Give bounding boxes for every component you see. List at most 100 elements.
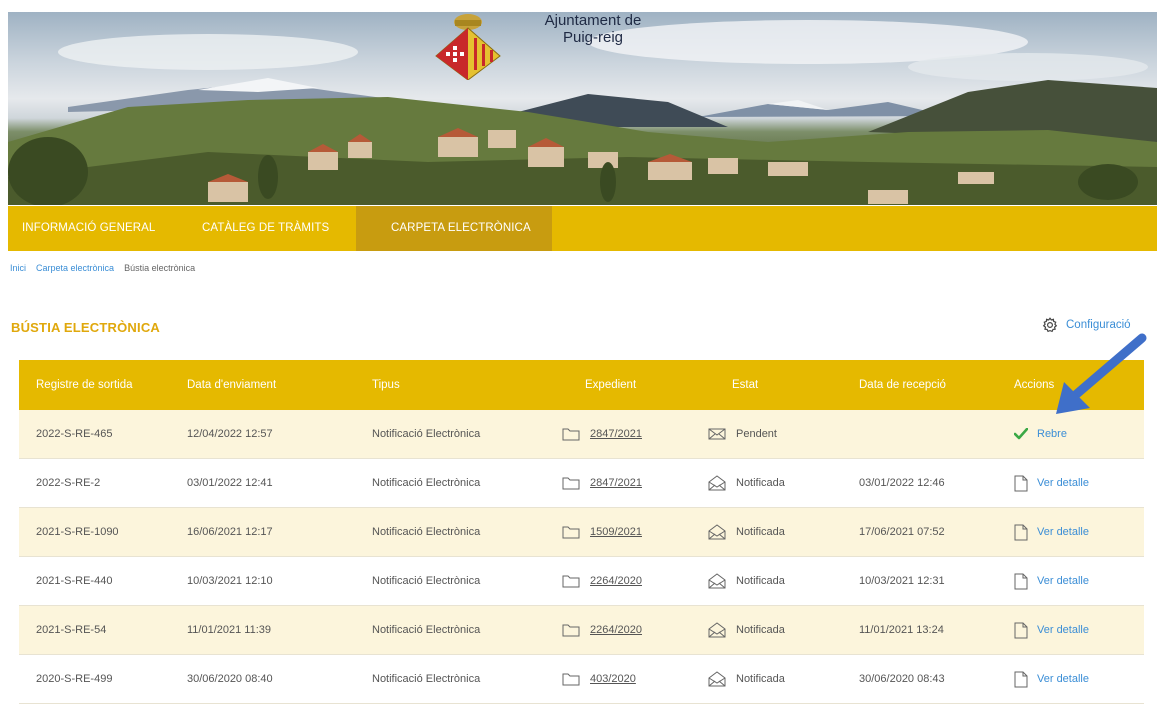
document-icon bbox=[1014, 573, 1028, 589]
nav-item-informacio-general[interactable]: INFORMACIÓ GENERAL bbox=[8, 206, 178, 251]
breadcrumb-carpeta-electronica[interactable]: Carpeta electrònica bbox=[36, 263, 114, 273]
column-header-registre: Registre de sortida bbox=[36, 379, 133, 391]
estat-label: Pendent bbox=[736, 428, 777, 440]
expedient-link[interactable]: 2264/2020 bbox=[590, 575, 642, 587]
cell-expedient: 2847/2021 bbox=[550, 476, 694, 490]
estat-label: Notificada bbox=[736, 477, 785, 489]
document-icon bbox=[1014, 671, 1028, 687]
envelope-open-icon bbox=[708, 573, 726, 589]
estat-label: Notificada bbox=[736, 526, 785, 538]
folder-icon bbox=[562, 624, 580, 637]
breadcrumb-inici[interactable]: Inici bbox=[10, 263, 26, 273]
cell-registre: 2021-S-RE-1090 bbox=[36, 526, 119, 538]
town-name: Ajuntament de Puig-reig bbox=[523, 12, 663, 46]
table-row: 2022-S-RE-2 03/01/2022 12:41 Notificació… bbox=[19, 459, 1144, 508]
cell-data-recepcio: 30/06/2020 08:43 bbox=[859, 673, 945, 685]
cell-estat: Notificada bbox=[694, 524, 839, 540]
document-icon bbox=[1014, 622, 1028, 638]
cell-accions: Ver detalle bbox=[994, 573, 1144, 590]
cell-data-enviament: 12/04/2022 12:57 bbox=[187, 428, 273, 440]
town-name-line1: Ajuntament de bbox=[544, 12, 642, 29]
envelope-icon bbox=[708, 428, 726, 440]
ver-detalle-link[interactable]: Ver detalle bbox=[1037, 624, 1089, 636]
estat-label: Notificada bbox=[736, 575, 785, 587]
cell-tipus: Notificació Electrònica bbox=[372, 477, 481, 489]
arrow-icon bbox=[1056, 333, 1147, 414]
estat-label: Notificada bbox=[736, 624, 785, 636]
cell-estat: Notificada bbox=[694, 671, 839, 687]
cell-tipus: Notificació Electrònica bbox=[372, 428, 481, 440]
cell-accions: Ver detalle bbox=[994, 671, 1144, 688]
cell-expedient: 2847/2021 bbox=[550, 427, 694, 441]
ver-detalle-link[interactable]: Ver detalle bbox=[1037, 477, 1089, 489]
cell-estat: Notificada bbox=[694, 573, 839, 589]
ver-detalle-link[interactable]: Ver detalle bbox=[1037, 526, 1089, 538]
table-row: 2020-S-RE-499 30/06/2020 08:40 Notificac… bbox=[19, 655, 1144, 704]
document-icon bbox=[1014, 475, 1028, 491]
nav-item-cataleg-tramits[interactable]: CATÀLEG DE TRÀMITS bbox=[178, 206, 356, 251]
cell-registre: 2022-S-RE-465 bbox=[36, 428, 113, 440]
expedient-link[interactable]: 2264/2020 bbox=[590, 624, 642, 636]
envelope-open-icon bbox=[708, 622, 726, 638]
cell-expedient: 2264/2020 bbox=[550, 623, 694, 637]
cell-data-recepcio: 17/06/2021 07:52 bbox=[859, 526, 945, 538]
cell-data-enviament: 16/06/2021 12:17 bbox=[187, 526, 273, 538]
cell-data-enviament: 03/01/2022 12:41 bbox=[187, 477, 273, 489]
column-header-estat: Estat bbox=[732, 379, 759, 391]
table-row: 2021-S-RE-440 10/03/2021 12:10 Notificac… bbox=[19, 557, 1144, 606]
main-nav: INFORMACIÓ GENERAL CATÀLEG DE TRÀMITS CA… bbox=[8, 206, 1157, 251]
column-header-expedient: Expedient bbox=[585, 379, 637, 391]
envelope-open-icon bbox=[708, 475, 726, 491]
table-row: 2022-S-RE-465 12/04/2022 12:57 Notificac… bbox=[19, 410, 1144, 459]
envelope-open-icon bbox=[708, 671, 726, 687]
cell-data-enviament: 10/03/2021 12:10 bbox=[187, 575, 273, 587]
column-header-data-recepcio: Data de recepció bbox=[859, 379, 946, 391]
town-crest-logo bbox=[435, 14, 501, 80]
notifications-table: Registre de sortida Data d'enviament Tip… bbox=[19, 360, 1144, 704]
expedient-link[interactable]: 403/2020 bbox=[590, 673, 636, 685]
folder-icon bbox=[562, 673, 580, 686]
table-row: 2021-S-RE-54 11/01/2021 11:39 Notificaci… bbox=[19, 606, 1144, 655]
cell-tipus: Notificació Electrònica bbox=[372, 673, 481, 685]
estat-label: Notificada bbox=[736, 673, 785, 685]
folder-icon bbox=[562, 428, 580, 441]
cell-data-recepcio: 10/03/2021 12:31 bbox=[859, 575, 945, 587]
header-banner: Ajuntament de Puig-reig bbox=[8, 12, 1157, 205]
folder-icon bbox=[562, 526, 580, 539]
expedient-link[interactable]: 2847/2021 bbox=[590, 477, 642, 489]
nav-item-carpeta-electronica[interactable]: CARPETA ELECTRÒNICA bbox=[356, 206, 552, 251]
cell-registre: 2021-S-RE-440 bbox=[36, 575, 113, 587]
cell-tipus: Notificació Electrònica bbox=[372, 526, 481, 538]
expedient-link[interactable]: 2847/2021 bbox=[590, 428, 642, 440]
column-header-tipus: Tipus bbox=[372, 379, 400, 391]
cell-expedient: 2264/2020 bbox=[550, 574, 694, 588]
cell-data-enviament: 11/01/2021 11:39 bbox=[187, 624, 272, 636]
cell-expedient: 403/2020 bbox=[550, 672, 694, 686]
cell-accions: Ver detalle bbox=[994, 475, 1144, 492]
cell-estat: Pendent bbox=[694, 427, 839, 441]
town-name-line2: Puig-reig bbox=[562, 29, 624, 46]
document-icon bbox=[1014, 524, 1028, 540]
page-title: BÚSTIA ELECTRÒNICA bbox=[11, 320, 161, 335]
cell-data-recepcio: 11/01/2021 13:24 bbox=[859, 624, 944, 636]
table-row: 2021-S-RE-1090 16/06/2021 12:17 Notifica… bbox=[19, 508, 1144, 557]
cell-tipus: Notificació Electrònica bbox=[372, 624, 481, 636]
cell-registre: 2022-S-RE-2 bbox=[36, 477, 101, 489]
ver-detalle-link[interactable]: Ver detalle bbox=[1037, 673, 1089, 685]
folder-icon bbox=[562, 575, 580, 588]
table-header: Registre de sortida Data d'enviament Tip… bbox=[19, 360, 1144, 410]
cell-registre: 2021-S-RE-54 bbox=[36, 624, 107, 636]
cell-expedient: 1509/2021 bbox=[550, 525, 694, 539]
cell-accions: Ver detalle bbox=[994, 524, 1144, 541]
cell-data-recepcio: 03/01/2022 12:46 bbox=[859, 477, 945, 489]
expedient-link[interactable]: 1509/2021 bbox=[590, 526, 642, 538]
folder-icon bbox=[562, 477, 580, 490]
cell-tipus: Notificació Electrònica bbox=[372, 575, 481, 587]
column-header-data-enviament: Data d'enviament bbox=[187, 379, 277, 391]
ver-detalle-link[interactable]: Ver detalle bbox=[1037, 575, 1089, 587]
cell-estat: Notificada bbox=[694, 475, 839, 491]
cell-registre: 2020-S-RE-499 bbox=[36, 673, 113, 685]
envelope-open-icon bbox=[708, 524, 726, 540]
breadcrumb-current: Bústia electrònica bbox=[124, 263, 196, 273]
cell-data-enviament: 30/06/2020 08:40 bbox=[187, 673, 273, 685]
